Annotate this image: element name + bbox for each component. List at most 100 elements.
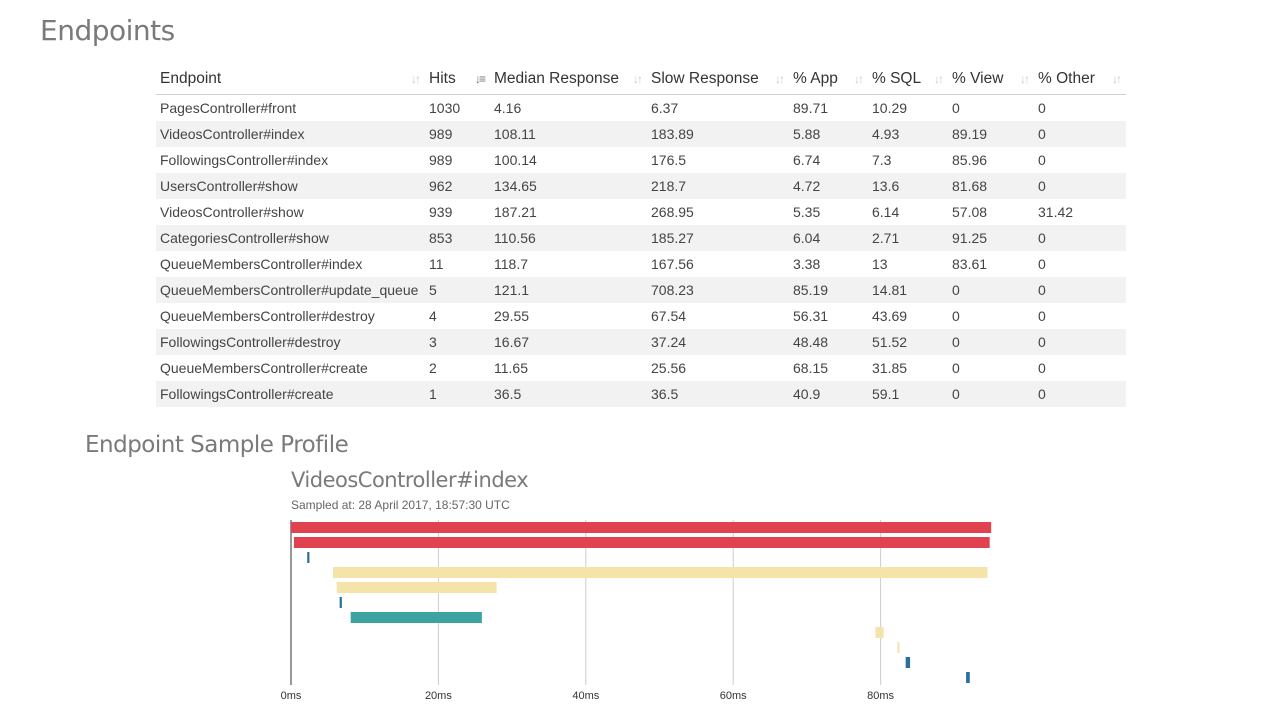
table-cell: 5.35	[793, 204, 821, 220]
table-cell: 13.6	[868, 173, 948, 199]
table-row[interactable]: VideosController#show 939 187.21 268.95 5.35…	[156, 199, 1126, 225]
table-cell: 40.9	[789, 381, 868, 407]
profile-span-bar[interactable]	[339, 597, 342, 608]
table-cell: 89.71	[793, 100, 829, 116]
table-cell: 0	[1038, 152, 1046, 168]
table-cell: 962	[425, 173, 490, 199]
table-cell: 13	[872, 256, 888, 272]
endpoint-name-cell: UsersController#show	[156, 173, 425, 199]
table-header-row: Endpoint ↓↑ Hits ↓≡ Median Response ↓↑ Slow Re…	[156, 64, 1126, 95]
table-cell: 167.56	[651, 256, 694, 272]
profile-span-bar[interactable]	[897, 642, 900, 653]
table-cell: 0	[1034, 381, 1126, 407]
endpoint-name-cell: VideosController#show	[160, 204, 304, 220]
table-cell: 5	[425, 277, 490, 303]
table-cell: 68.15	[793, 360, 829, 376]
table-cell: 29.55	[494, 308, 530, 324]
column-header-slow-response[interactable]: Slow Response ↓↑	[647, 64, 789, 95]
profile-span-bar[interactable]	[291, 522, 992, 533]
profile-span-bar[interactable]	[333, 567, 988, 578]
table-cell: 268.95	[651, 204, 694, 220]
table-cell: 85.19	[789, 277, 868, 303]
profile-span-bar[interactable]	[336, 582, 497, 593]
table-cell: 3	[425, 329, 490, 355]
table-cell: 218.7	[647, 173, 789, 199]
sort-icon[interactable]: ↓↑	[633, 72, 643, 86]
table-cell: 6.37	[651, 100, 679, 116]
column-header-label: Hits	[429, 70, 456, 87]
table-row[interactable]: FollowingsController#index 989 100.14 176.5…	[156, 147, 1126, 173]
endpoints-table: Endpoint ↓↑ Hits ↓≡ Median Response ↓↑ Slow Re…	[156, 64, 1126, 407]
table-cell: 0	[952, 360, 960, 376]
column-header-median-response[interactable]: Median Response ↓↑	[490, 64, 647, 95]
column-header-label: % Other	[1038, 70, 1095, 87]
table-cell: 57.08	[952, 204, 988, 220]
column-header-app[interactable]: % App ↓↑	[789, 64, 868, 95]
sort-icon[interactable]: ↓↑	[1020, 72, 1030, 86]
table-row[interactable]: FollowingsController#create 1 36.5 36.5 40.9…	[156, 381, 1126, 407]
table-cell: 0	[948, 329, 1034, 355]
sort-icon[interactable]: ↓↑	[934, 72, 944, 86]
table-cell: 183.89	[647, 121, 789, 147]
profile-span-bar[interactable]	[293, 537, 990, 548]
table-cell: 31.85	[872, 360, 908, 376]
table-cell: 36.5	[490, 381, 647, 407]
sort-icon[interactable]: ↓↑	[411, 72, 421, 86]
table-row[interactable]: UsersController#show 962 134.65 218.7 4.72 13…	[156, 173, 1126, 199]
column-header-sql[interactable]: % SQL ↓↑	[868, 64, 948, 95]
table-row[interactable]: PagesController#front 1030 4.16 6.37 89.71 10…	[156, 95, 1126, 122]
table-row[interactable]: QueueMembersController#update_queue 5 121.…	[156, 277, 1126, 303]
table-row[interactable]: QueueMembersController#destroy 4 29.55 67.5…	[156, 303, 1126, 329]
table-cell: 110.56	[490, 225, 647, 251]
table-cell: 2	[429, 360, 437, 376]
table-cell: 16.67	[490, 329, 647, 355]
endpoint-name-cell: FollowingsController#destroy	[156, 329, 425, 355]
table-cell: 85.96	[952, 152, 988, 168]
table-cell: 989	[429, 152, 453, 168]
profile-span-bar[interactable]	[905, 657, 911, 668]
table-cell: 5.88	[789, 121, 868, 147]
table-cell: 91.25	[948, 225, 1034, 251]
table-cell: 14.81	[868, 277, 948, 303]
column-header-label: Median Response	[494, 70, 619, 87]
table-cell: 11	[429, 256, 444, 272]
table-row[interactable]: QueueMembersController#create 2 11.65 25.56…	[156, 355, 1126, 381]
table-row[interactable]: VideosController#index 989 108.11 183.89 5.8…	[156, 121, 1126, 147]
sort-icon[interactable]: ↓↑	[1112, 72, 1122, 86]
endpoint-name-cell: FollowingsController#create	[156, 381, 425, 407]
table-cell: 48.48	[789, 329, 868, 355]
sort-icon[interactable]: ↓↑	[775, 72, 785, 86]
table-cell: 176.5	[651, 152, 687, 168]
profile-span-bar[interactable]	[875, 627, 884, 638]
table-cell: 0	[1038, 360, 1046, 376]
table-cell: 185.27	[647, 225, 789, 251]
table-cell: 0	[1034, 173, 1126, 199]
column-header-label: Endpoint	[160, 70, 222, 87]
column-header-hits[interactable]: Hits ↓≡	[425, 64, 490, 95]
table-cell: 11.65	[494, 360, 528, 376]
table-cell: 59.1	[868, 381, 948, 407]
table-cell: 0	[948, 381, 1034, 407]
table-cell: 0	[952, 100, 960, 116]
sort-descending-icon[interactable]: ↓≡	[475, 72, 486, 86]
column-header-label: % App	[793, 70, 838, 87]
table-cell: 708.23	[647, 277, 789, 303]
table-cell: 2.71	[868, 225, 948, 251]
profile-span-bar[interactable]	[307, 552, 310, 563]
table-row[interactable]: QueueMembersController#index 11 118.7 167.5…	[156, 251, 1126, 277]
column-header-view[interactable]: % View ↓↑	[948, 64, 1034, 95]
column-header-other[interactable]: % Other ↓↑	[1034, 64, 1126, 95]
table-cell: 4.16	[494, 100, 522, 116]
table-cell: 0	[1038, 100, 1046, 116]
profile-span-bar[interactable]	[350, 612, 482, 623]
table-cell: 0	[1034, 121, 1126, 147]
column-header-endpoint[interactable]: Endpoint ↓↑	[156, 64, 425, 95]
table-row[interactable]: CategoriesController#show 853 110.56 185.27…	[156, 225, 1126, 251]
table-cell: 37.24	[647, 329, 789, 355]
sort-icon[interactable]: ↓↑	[854, 72, 864, 86]
table-cell: 108.11	[490, 121, 647, 147]
profile-span-bar[interactable]	[966, 672, 970, 683]
table-cell: 187.21	[494, 204, 537, 220]
x-tick-label: 20ms	[425, 690, 452, 702]
table-row[interactable]: FollowingsController#destroy 3 16.67 37.24 4…	[156, 329, 1126, 355]
